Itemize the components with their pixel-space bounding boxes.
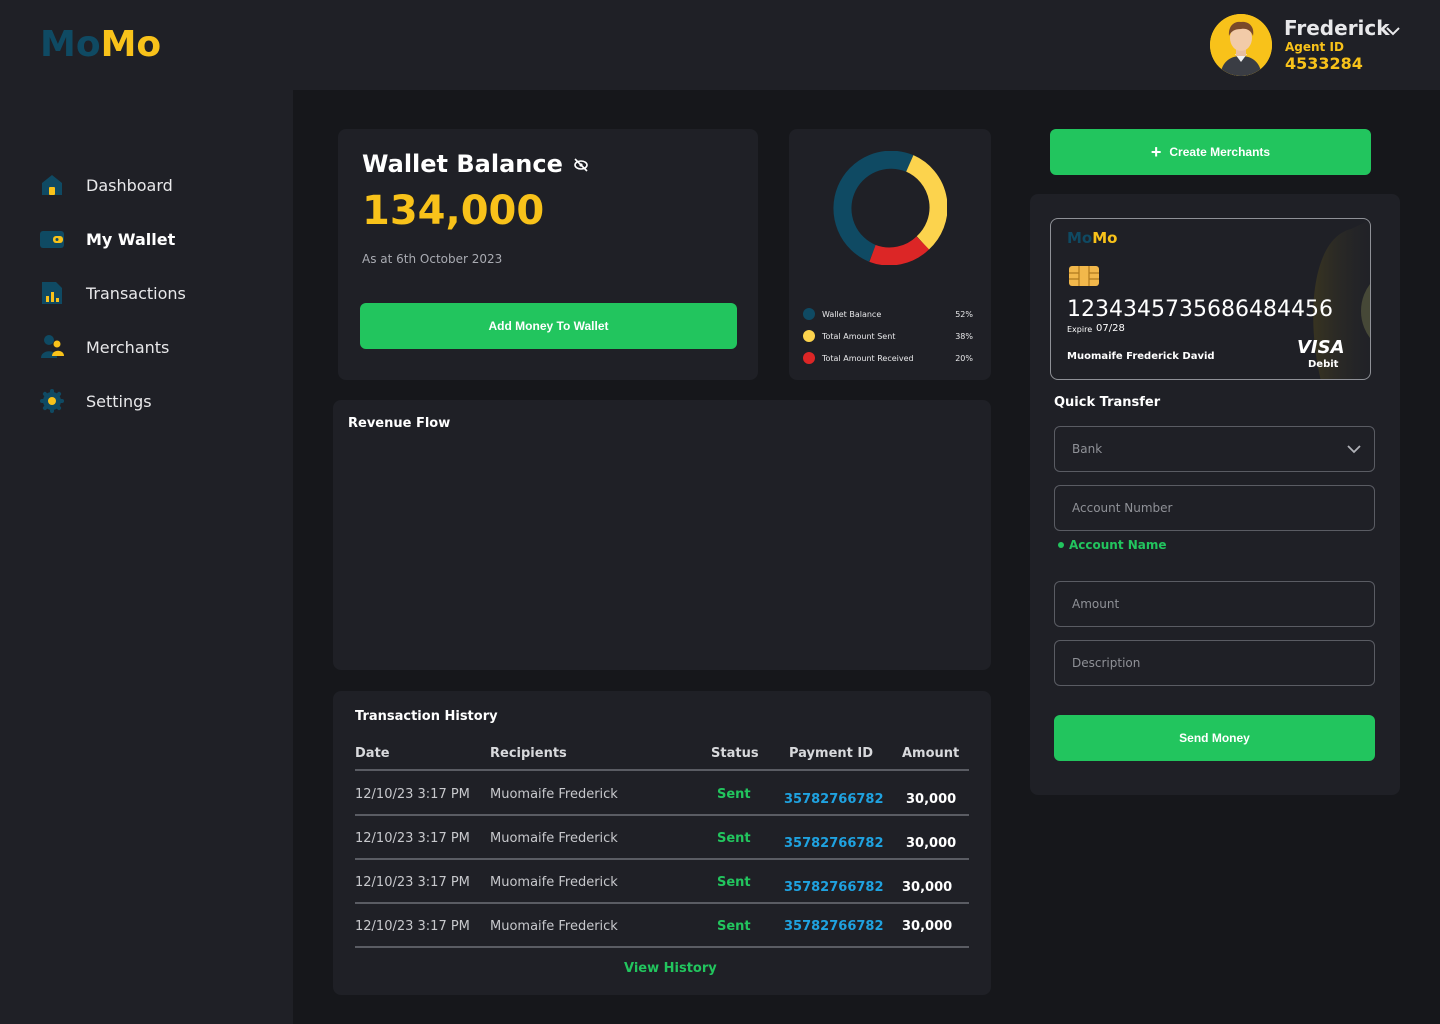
transactions-chart-icon	[38, 279, 66, 307]
card-type: Debit	[1308, 359, 1339, 370]
quick-transfer-title: Quick Transfer	[1054, 395, 1161, 410]
amount-input[interactable]	[1072, 597, 1374, 611]
card-holder-name: Muomaife Frederick David	[1067, 351, 1215, 362]
account-name-status: Account Name	[1058, 538, 1167, 552]
row-status: Sent	[717, 787, 751, 802]
plus-icon: +	[1150, 141, 1162, 162]
donut-segment-total-received	[869, 236, 930, 265]
wallet-balance-amount: 134,000	[362, 188, 545, 234]
sidebar-nav: Dashboard My Wallet Transactions Merchan…	[38, 168, 186, 438]
sidebar-item-label: Merchants	[86, 337, 170, 357]
amount-field[interactable]	[1054, 581, 1375, 627]
legend-item: Total Amount Sent 38%	[803, 325, 973, 347]
legend-item: Wallet Balance 52%	[803, 303, 973, 325]
legend-item: Total Amount Received 20%	[803, 347, 973, 369]
account-number-input[interactable]	[1072, 501, 1374, 515]
description-field[interactable]	[1054, 640, 1375, 686]
user-name[interactable]: Frederick	[1284, 16, 1390, 40]
column-header-status[interactable]: Status	[711, 746, 759, 761]
avatar[interactable]	[1210, 14, 1272, 76]
agent-id-value: 4533284	[1285, 54, 1363, 73]
send-money-button[interactable]: Send Money	[1054, 715, 1375, 761]
sidebar: MoMo Dashboard My Wallet Transactions Me…	[0, 0, 293, 1024]
row-payment-id[interactable]: 35782766782	[784, 836, 884, 851]
row-recipient: Muomaife Frederick	[490, 831, 618, 846]
sidebar-item-label: Settings	[86, 391, 152, 411]
table-row[interactable]: 12/10/23 3:17 PM Muomaife Frederick Sent…	[355, 860, 969, 904]
balance-donut-chart	[833, 151, 947, 265]
sidebar-item-transactions[interactable]: Transactions	[38, 276, 186, 310]
row-payment-id[interactable]: 35782766782	[784, 919, 884, 934]
home-icon	[38, 171, 66, 199]
wallet-icon	[38, 225, 66, 253]
table-header: Date Recipients Status Payment ID Amount	[355, 746, 969, 771]
account-number-field[interactable]	[1054, 485, 1375, 531]
column-header-date[interactable]: Date	[355, 746, 390, 761]
row-recipient: Muomaife Frederick	[490, 875, 618, 890]
row-payment-id[interactable]: 35782766782	[784, 880, 884, 895]
revenue-flow-card	[333, 400, 991, 670]
column-header-payment-id[interactable]: Payment ID	[789, 746, 873, 761]
create-merchants-button[interactable]: + Create Merchants	[1050, 129, 1371, 175]
chevron-down-icon[interactable]	[1385, 22, 1401, 41]
column-header-amount[interactable]: Amount	[902, 746, 959, 761]
table-row[interactable]: 12/10/23 3:17 PM Muomaife Frederick Sent…	[355, 904, 969, 948]
row-recipient: Muomaife Frederick	[490, 787, 618, 802]
wallet-balance-title: Wallet Balance	[362, 150, 589, 178]
table-row[interactable]: 12/10/23 3:17 PM Muomaife Frederick Sent…	[355, 816, 969, 860]
row-status: Sent	[717, 919, 751, 934]
status-dot	[1058, 542, 1064, 548]
row-amount: 30,000	[906, 836, 957, 851]
row-recipient: Muomaife Frederick	[490, 919, 618, 934]
bank-select[interactable]: Bank	[1054, 426, 1375, 472]
legend-dot	[803, 352, 815, 364]
sidebar-item-dashboard[interactable]: Dashboard	[38, 168, 186, 202]
revenue-flow-title: Revenue Flow	[348, 416, 451, 431]
transaction-history-title: Transaction History	[355, 709, 498, 724]
legend-dot	[803, 308, 815, 320]
chevron-down-icon	[1346, 443, 1362, 458]
donut-legend: Wallet Balance 52% Total Amount Sent 38%…	[803, 303, 973, 369]
donut-segment-total-sent	[905, 155, 947, 250]
view-history-link[interactable]: View History	[624, 961, 717, 976]
agent-id-label: Agent ID	[1285, 40, 1344, 54]
sidebar-item-settings[interactable]: Settings	[38, 384, 186, 418]
row-payment-id[interactable]: 35782766782	[784, 792, 884, 807]
card-expire-label: Expire	[1067, 325, 1093, 334]
card-brand-logo: MoMo	[1067, 229, 1118, 247]
brand-logo[interactable]: MoMo	[40, 24, 161, 65]
donut-segment-wallet-balance	[833, 151, 914, 262]
sidebar-item-label: Dashboard	[86, 175, 173, 195]
row-amount: 30,000	[902, 919, 953, 934]
legend-dot	[803, 330, 815, 342]
sidebar-item-label: My Wallet	[86, 229, 176, 249]
visa-logo: VISA	[1297, 337, 1345, 358]
row-date: 12/10/23 3:17 PM	[355, 875, 470, 890]
debit-card[interactable]: MoMo 1234345735686484456 Expire 07/28 Mu…	[1050, 218, 1371, 380]
column-header-recipients[interactable]: Recipients	[490, 746, 567, 761]
merchants-users-icon	[38, 333, 66, 361]
row-status: Sent	[717, 831, 751, 846]
gear-icon	[38, 387, 66, 415]
row-date: 12/10/23 3:17 PM	[355, 787, 470, 802]
row-amount: 30,000	[906, 792, 957, 807]
eye-off-icon[interactable]	[573, 150, 589, 178]
sidebar-item-my-wallet[interactable]: My Wallet	[38, 222, 186, 256]
card-chip-icon	[1069, 266, 1099, 290]
row-status: Sent	[717, 875, 751, 890]
description-input[interactable]	[1072, 656, 1374, 670]
card-expire-value: 07/28	[1096, 323, 1125, 334]
add-money-button[interactable]: Add Money To Wallet	[360, 303, 737, 349]
row-amount: 30,000	[902, 880, 953, 895]
row-date: 12/10/23 3:17 PM	[355, 831, 470, 846]
sidebar-item-label: Transactions	[86, 283, 186, 303]
row-date: 12/10/23 3:17 PM	[355, 919, 470, 934]
table-row[interactable]: 12/10/23 3:17 PM Muomaife Frederick Sent…	[355, 772, 969, 816]
sidebar-item-merchants[interactable]: Merchants	[38, 330, 186, 364]
card-number: 1234345735686484456	[1067, 297, 1333, 322]
wallet-balance-date: As at 6th October 2023	[362, 252, 503, 266]
